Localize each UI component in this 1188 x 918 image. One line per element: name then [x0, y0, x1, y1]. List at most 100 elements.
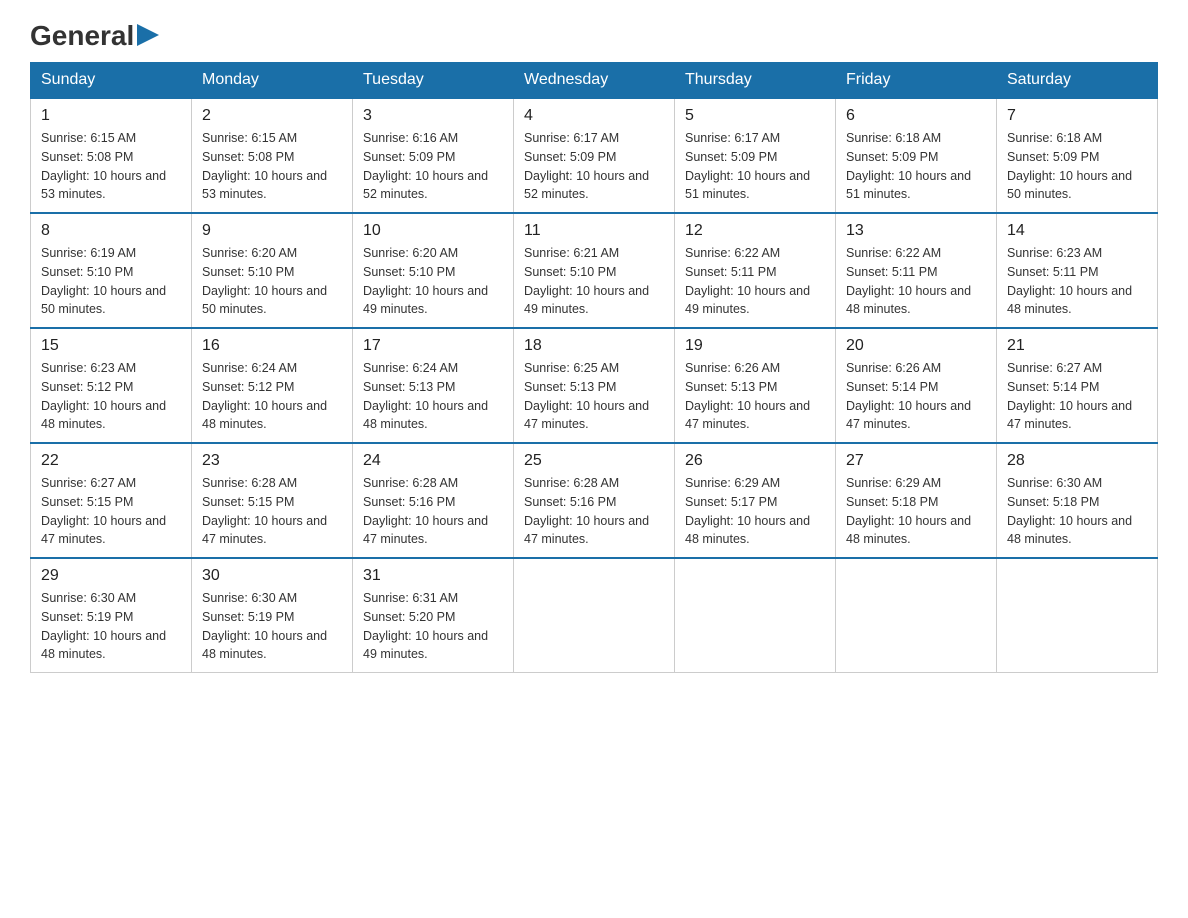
- calendar-day-cell: 3 Sunrise: 6:16 AM Sunset: 5:09 PM Dayli…: [353, 98, 514, 213]
- day-info: Sunrise: 6:20 AM Sunset: 5:10 PM Dayligh…: [363, 244, 503, 319]
- calendar-header-tuesday: Tuesday: [353, 63, 514, 99]
- day-number: 9: [202, 222, 342, 240]
- day-number: 29: [41, 567, 181, 585]
- calendar-day-cell: 21 Sunrise: 6:27 AM Sunset: 5:14 PM Dayl…: [997, 328, 1158, 443]
- page-header: General: [30, 20, 1158, 52]
- calendar-week-row: 22 Sunrise: 6:27 AM Sunset: 5:15 PM Dayl…: [31, 443, 1158, 558]
- day-info: Sunrise: 6:18 AM Sunset: 5:09 PM Dayligh…: [1007, 129, 1147, 204]
- day-info: Sunrise: 6:29 AM Sunset: 5:18 PM Dayligh…: [846, 474, 986, 549]
- calendar-day-cell: 19 Sunrise: 6:26 AM Sunset: 5:13 PM Dayl…: [675, 328, 836, 443]
- day-number: 15: [41, 337, 181, 355]
- day-info: Sunrise: 6:22 AM Sunset: 5:11 PM Dayligh…: [685, 244, 825, 319]
- day-number: 23: [202, 452, 342, 470]
- day-number: 22: [41, 452, 181, 470]
- calendar-day-cell: 26 Sunrise: 6:29 AM Sunset: 5:17 PM Dayl…: [675, 443, 836, 558]
- day-info: Sunrise: 6:15 AM Sunset: 5:08 PM Dayligh…: [41, 129, 181, 204]
- day-info: Sunrise: 6:26 AM Sunset: 5:13 PM Dayligh…: [685, 359, 825, 434]
- calendar-day-cell: 4 Sunrise: 6:17 AM Sunset: 5:09 PM Dayli…: [514, 98, 675, 213]
- day-number: 16: [202, 337, 342, 355]
- day-number: 26: [685, 452, 825, 470]
- calendar-day-cell: 18 Sunrise: 6:25 AM Sunset: 5:13 PM Dayl…: [514, 328, 675, 443]
- calendar-day-cell: 30 Sunrise: 6:30 AM Sunset: 5:19 PM Dayl…: [192, 558, 353, 673]
- calendar-week-row: 1 Sunrise: 6:15 AM Sunset: 5:08 PM Dayli…: [31, 98, 1158, 213]
- day-info: Sunrise: 6:16 AM Sunset: 5:09 PM Dayligh…: [363, 129, 503, 204]
- day-info: Sunrise: 6:28 AM Sunset: 5:15 PM Dayligh…: [202, 474, 342, 549]
- day-number: 5: [685, 107, 825, 125]
- calendar-day-cell: 14 Sunrise: 6:23 AM Sunset: 5:11 PM Dayl…: [997, 213, 1158, 328]
- calendar-day-cell: 2 Sunrise: 6:15 AM Sunset: 5:08 PM Dayli…: [192, 98, 353, 213]
- calendar-day-cell: 16 Sunrise: 6:24 AM Sunset: 5:12 PM Dayl…: [192, 328, 353, 443]
- calendar-header-friday: Friday: [836, 63, 997, 99]
- calendar-day-cell: 8 Sunrise: 6:19 AM Sunset: 5:10 PM Dayli…: [31, 213, 192, 328]
- calendar-day-cell: 29 Sunrise: 6:30 AM Sunset: 5:19 PM Dayl…: [31, 558, 192, 673]
- calendar-day-cell: [675, 558, 836, 673]
- day-info: Sunrise: 6:30 AM Sunset: 5:19 PM Dayligh…: [202, 589, 342, 664]
- calendar-day-cell: 13 Sunrise: 6:22 AM Sunset: 5:11 PM Dayl…: [836, 213, 997, 328]
- day-number: 18: [524, 337, 664, 355]
- calendar-day-cell: 27 Sunrise: 6:29 AM Sunset: 5:18 PM Dayl…: [836, 443, 997, 558]
- calendar-header-monday: Monday: [192, 63, 353, 99]
- day-info: Sunrise: 6:31 AM Sunset: 5:20 PM Dayligh…: [363, 589, 503, 664]
- calendar-header-sunday: Sunday: [31, 63, 192, 99]
- day-info: Sunrise: 6:21 AM Sunset: 5:10 PM Dayligh…: [524, 244, 664, 319]
- day-info: Sunrise: 6:30 AM Sunset: 5:19 PM Dayligh…: [41, 589, 181, 664]
- logo-triangle-icon: [137, 24, 159, 46]
- day-number: 13: [846, 222, 986, 240]
- calendar-day-cell: 15 Sunrise: 6:23 AM Sunset: 5:12 PM Dayl…: [31, 328, 192, 443]
- calendar-day-cell: 20 Sunrise: 6:26 AM Sunset: 5:14 PM Dayl…: [836, 328, 997, 443]
- day-number: 27: [846, 452, 986, 470]
- day-number: 10: [363, 222, 503, 240]
- day-number: 24: [363, 452, 503, 470]
- calendar-day-cell: 5 Sunrise: 6:17 AM Sunset: 5:09 PM Dayli…: [675, 98, 836, 213]
- day-number: 3: [363, 107, 503, 125]
- calendar-day-cell: 1 Sunrise: 6:15 AM Sunset: 5:08 PM Dayli…: [31, 98, 192, 213]
- day-info: Sunrise: 6:29 AM Sunset: 5:17 PM Dayligh…: [685, 474, 825, 549]
- calendar-day-cell: 6 Sunrise: 6:18 AM Sunset: 5:09 PM Dayli…: [836, 98, 997, 213]
- day-info: Sunrise: 6:28 AM Sunset: 5:16 PM Dayligh…: [363, 474, 503, 549]
- day-info: Sunrise: 6:19 AM Sunset: 5:10 PM Dayligh…: [41, 244, 181, 319]
- calendar-day-cell: 11 Sunrise: 6:21 AM Sunset: 5:10 PM Dayl…: [514, 213, 675, 328]
- day-number: 20: [846, 337, 986, 355]
- day-info: Sunrise: 6:17 AM Sunset: 5:09 PM Dayligh…: [685, 129, 825, 204]
- calendar-day-cell: 24 Sunrise: 6:28 AM Sunset: 5:16 PM Dayl…: [353, 443, 514, 558]
- day-info: Sunrise: 6:18 AM Sunset: 5:09 PM Dayligh…: [846, 129, 986, 204]
- calendar-day-cell: 25 Sunrise: 6:28 AM Sunset: 5:16 PM Dayl…: [514, 443, 675, 558]
- day-number: 28: [1007, 452, 1147, 470]
- calendar-day-cell: [514, 558, 675, 673]
- calendar-week-row: 15 Sunrise: 6:23 AM Sunset: 5:12 PM Dayl…: [31, 328, 1158, 443]
- day-number: 21: [1007, 337, 1147, 355]
- day-info: Sunrise: 6:28 AM Sunset: 5:16 PM Dayligh…: [524, 474, 664, 549]
- day-number: 25: [524, 452, 664, 470]
- calendar-week-row: 29 Sunrise: 6:30 AM Sunset: 5:19 PM Dayl…: [31, 558, 1158, 673]
- day-number: 8: [41, 222, 181, 240]
- day-number: 7: [1007, 107, 1147, 125]
- calendar-day-cell: 10 Sunrise: 6:20 AM Sunset: 5:10 PM Dayl…: [353, 213, 514, 328]
- day-number: 1: [41, 107, 181, 125]
- calendar-day-cell: 28 Sunrise: 6:30 AM Sunset: 5:18 PM Dayl…: [997, 443, 1158, 558]
- day-info: Sunrise: 6:23 AM Sunset: 5:11 PM Dayligh…: [1007, 244, 1147, 319]
- calendar-header-wednesday: Wednesday: [514, 63, 675, 99]
- day-info: Sunrise: 6:30 AM Sunset: 5:18 PM Dayligh…: [1007, 474, 1147, 549]
- day-info: Sunrise: 6:24 AM Sunset: 5:13 PM Dayligh…: [363, 359, 503, 434]
- day-info: Sunrise: 6:17 AM Sunset: 5:09 PM Dayligh…: [524, 129, 664, 204]
- day-number: 2: [202, 107, 342, 125]
- calendar-week-row: 8 Sunrise: 6:19 AM Sunset: 5:10 PM Dayli…: [31, 213, 1158, 328]
- day-number: 19: [685, 337, 825, 355]
- day-info: Sunrise: 6:22 AM Sunset: 5:11 PM Dayligh…: [846, 244, 986, 319]
- calendar-day-cell: 22 Sunrise: 6:27 AM Sunset: 5:15 PM Dayl…: [31, 443, 192, 558]
- calendar-header-row: SundayMondayTuesdayWednesdayThursdayFrid…: [31, 63, 1158, 99]
- calendar-day-cell: 9 Sunrise: 6:20 AM Sunset: 5:10 PM Dayli…: [192, 213, 353, 328]
- calendar-header-thursday: Thursday: [675, 63, 836, 99]
- calendar-day-cell: 7 Sunrise: 6:18 AM Sunset: 5:09 PM Dayli…: [997, 98, 1158, 213]
- day-number: 14: [1007, 222, 1147, 240]
- calendar-day-cell: [997, 558, 1158, 673]
- calendar-table: SundayMondayTuesdayWednesdayThursdayFrid…: [30, 62, 1158, 673]
- day-info: Sunrise: 6:27 AM Sunset: 5:14 PM Dayligh…: [1007, 359, 1147, 434]
- calendar-header-saturday: Saturday: [997, 63, 1158, 99]
- logo: General: [30, 20, 159, 52]
- day-number: 17: [363, 337, 503, 355]
- logo-general-text: General: [30, 20, 134, 52]
- day-number: 4: [524, 107, 664, 125]
- day-info: Sunrise: 6:23 AM Sunset: 5:12 PM Dayligh…: [41, 359, 181, 434]
- calendar-day-cell: 17 Sunrise: 6:24 AM Sunset: 5:13 PM Dayl…: [353, 328, 514, 443]
